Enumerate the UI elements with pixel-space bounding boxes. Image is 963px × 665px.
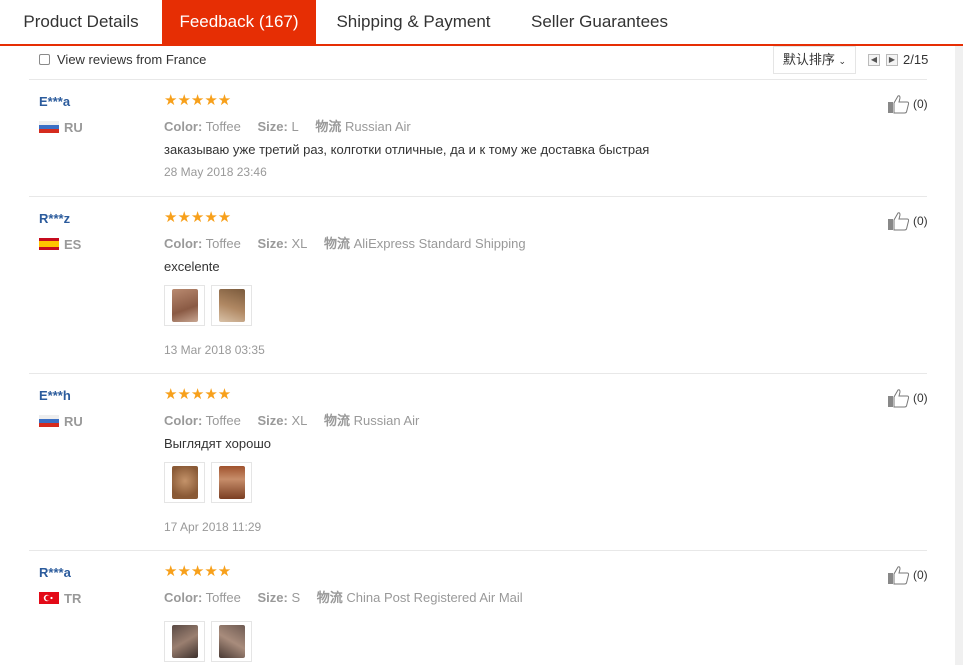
divider xyxy=(29,373,927,374)
star-rating: ★★★★★ xyxy=(164,209,232,226)
review-attributes: Color: Toffee Size: S 物流 China Post Regi… xyxy=(164,587,523,606)
logistics-label: 物流 xyxy=(315,119,342,134)
chevron-left-icon[interactable]: ◀ xyxy=(868,54,880,66)
tab-shipping-payment[interactable]: Shipping & Payment xyxy=(316,0,511,44)
star-rating: ★★★★★ xyxy=(164,563,232,580)
divider xyxy=(29,550,927,551)
france-filter-label[interactable]: View reviews from France xyxy=(57,52,206,67)
star-rating: ★★★★★ xyxy=(164,386,232,403)
review-attributes: Color: Toffee Size: XL 物流 AliExpress Sta… xyxy=(164,233,526,252)
spain-flag-icon xyxy=(39,238,59,250)
color-value: Toffee xyxy=(205,119,241,134)
reviewer-country: RU xyxy=(64,414,83,429)
color-label: Color: xyxy=(164,413,203,428)
turkey-flag-icon xyxy=(39,592,59,604)
review-date: 13 Mar 2018 03:35 xyxy=(164,343,265,357)
review-attributes: Color: Toffee Size: XL 物流 Russian Air xyxy=(164,410,419,429)
thumbs-up-icon xyxy=(888,95,910,114)
color-value: Toffee xyxy=(205,590,241,605)
review-photo-thumbnail[interactable] xyxy=(164,285,205,326)
review-comment: заказываю уже третий раз, колготки отлич… xyxy=(164,142,650,157)
chevron-right-icon[interactable]: ▶ xyxy=(886,54,898,66)
scrollbar[interactable] xyxy=(955,46,963,665)
reviewer-name: E***a xyxy=(39,94,71,109)
reviewer-name: E***h xyxy=(39,388,71,403)
thumbs-up-icon xyxy=(888,389,910,408)
logistics-label: 物流 xyxy=(323,236,350,251)
helpful-count: (0) xyxy=(913,97,928,111)
color-label: Color: xyxy=(164,590,203,605)
size-value: XL xyxy=(291,413,308,428)
reviewer-name: R***z xyxy=(39,211,71,226)
review-photo-thumbnail[interactable] xyxy=(164,462,205,503)
reviewer-country: RU xyxy=(64,120,83,135)
reviewer-country: TR xyxy=(64,591,82,606)
tab-feedback[interactable]: Feedback (167) xyxy=(162,0,316,44)
helpful-count: (0) xyxy=(913,391,928,405)
sort-dropdown[interactable]: 默认排序 ⌄ xyxy=(773,46,856,74)
review-photo-thumbnail[interactable] xyxy=(164,621,205,662)
size-label: Size: xyxy=(257,119,288,134)
russia-flag-icon xyxy=(39,415,59,427)
color-label: Color: xyxy=(164,119,203,134)
logistics-label: 物流 xyxy=(323,413,350,428)
review-date: 17 Apr 2018 11:29 xyxy=(164,520,262,534)
size-value: XL xyxy=(291,236,308,251)
size-label: Size: xyxy=(257,236,288,251)
helpful-count: (0) xyxy=(913,568,928,582)
logistics-value: Russian Air xyxy=(344,119,411,134)
size-label: Size: xyxy=(257,590,288,605)
logistics-value: Russian Air xyxy=(353,413,420,428)
divider xyxy=(29,79,927,80)
sort-label: 默认排序 xyxy=(782,52,835,67)
review-comment: excelente xyxy=(164,259,220,274)
review-attributes: Color: Toffee Size: L 物流 Russian Air xyxy=(164,116,411,135)
review-comment: Выглядят хорошо xyxy=(164,436,271,451)
review-photo-thumbnail[interactable] xyxy=(211,621,252,662)
thumbs-up-icon xyxy=(888,212,910,231)
logistics-value: AliExpress Standard Shipping xyxy=(353,236,526,251)
color-value: Toffee xyxy=(205,236,241,251)
logistics-value: China Post Registered Air Mail xyxy=(346,590,523,605)
feedback-toolbar: View reviews from France 默认排序 ⌄ ◀ ▶ 2/15 xyxy=(0,46,963,80)
tab-bar: Product Details Feedback (167) Shipping … xyxy=(0,0,963,46)
thumbs-up-icon xyxy=(888,566,910,585)
helpful-count: (0) xyxy=(913,214,928,228)
tab-seller-guarantees[interactable]: Seller Guarantees xyxy=(511,0,688,44)
review-date: 28 May 2018 23:46 xyxy=(164,165,267,179)
logistics-label: 物流 xyxy=(316,590,343,605)
review-photo-thumbnail[interactable] xyxy=(211,462,252,503)
tab-product-details[interactable]: Product Details xyxy=(0,0,162,44)
size-label: Size: xyxy=(257,413,288,428)
size-value: L xyxy=(291,119,299,134)
france-filter-checkbox[interactable] xyxy=(39,54,50,65)
chevron-down-icon: ⌄ xyxy=(838,56,847,66)
review-photo-thumbnail[interactable] xyxy=(211,285,252,326)
divider xyxy=(29,196,927,197)
page-indicator: 2/15 xyxy=(903,52,929,67)
size-value: S xyxy=(291,590,301,605)
color-label: Color: xyxy=(164,236,203,251)
reviewer-name: R***a xyxy=(39,565,71,580)
reviewer-country: ES xyxy=(64,237,82,252)
star-rating: ★★★★★ xyxy=(164,92,232,109)
color-value: Toffee xyxy=(205,413,241,428)
russia-flag-icon xyxy=(39,121,59,133)
